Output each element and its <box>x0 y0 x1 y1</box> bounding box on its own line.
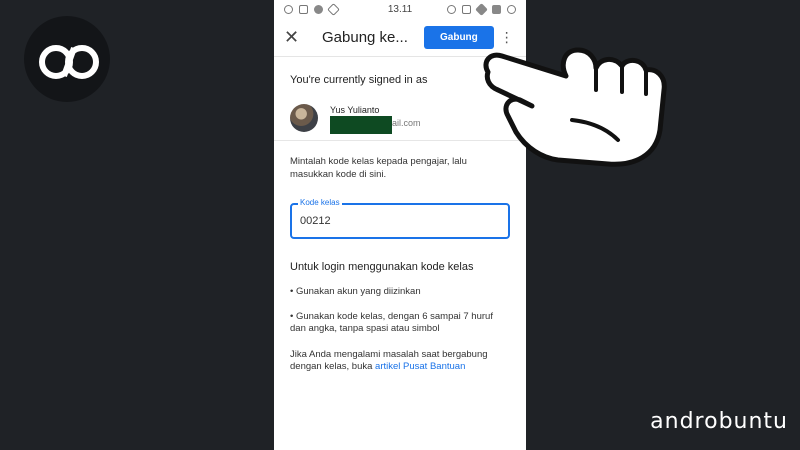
app-status-icon <box>327 2 340 16</box>
bullet-code-format: • Gunakan kode kelas, dengan 6 sampai 7 … <box>290 311 493 334</box>
status-time: 13.11 <box>387 3 413 15</box>
image-status-icon <box>299 4 308 14</box>
email-suffix: ail.com <box>392 118 421 128</box>
class-code-input[interactable] <box>300 215 500 227</box>
location-status-icon <box>314 4 323 14</box>
bullet-allowed-account: • Gunakan akun yang diizinkan <box>290 286 421 297</box>
class-code-field[interactable]: Kode kelas <box>290 198 510 239</box>
email-redaction <box>330 116 392 134</box>
watermark: androbuntu <box>650 409 788 434</box>
account-name: Yus Yulianto <box>330 105 380 115</box>
vibrate-status-icon <box>462 4 471 14</box>
help-center-link[interactable]: artikel Pusat Bantuan <box>375 361 465 372</box>
help-text: Jika Anda mengalami masalah saat bergabu… <box>274 335 526 373</box>
class-code-label: Kode kelas <box>298 198 342 207</box>
close-icon[interactable]: ✕ <box>284 28 306 46</box>
login-info-heading: Untuk login menggunakan kode kelas <box>290 261 474 273</box>
account-email: ail.com <box>330 116 421 134</box>
pointing-hand-icon <box>483 47 667 167</box>
page-title: Gabung ke... <box>322 28 408 46</box>
alarm-status-icon <box>447 4 456 14</box>
avatar <box>290 103 318 132</box>
settings-status-icon <box>284 4 293 14</box>
channel-logo <box>24 16 110 102</box>
